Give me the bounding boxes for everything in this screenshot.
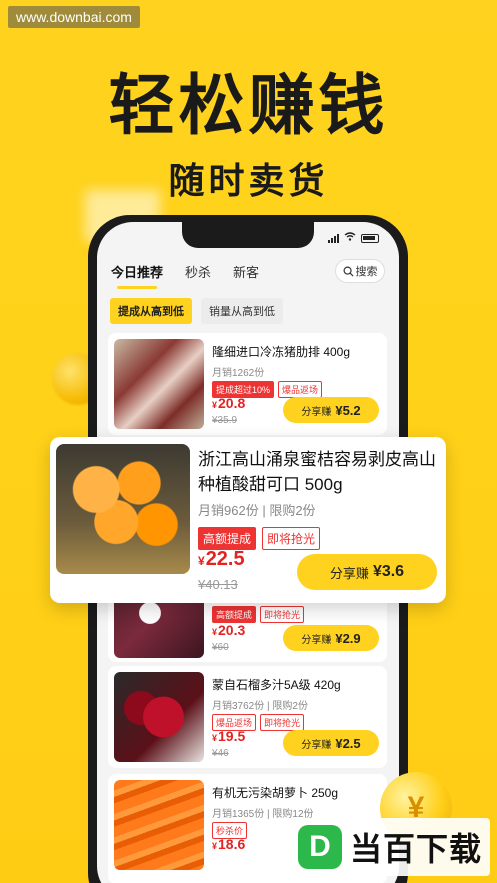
category-tabs: 今日推荐 秒杀 新客	[111, 262, 259, 289]
original-price: ¥46	[212, 748, 229, 759]
share-amount: ¥2.5	[335, 735, 361, 751]
tag-badge: 高额提成	[198, 527, 257, 550]
product-image	[114, 780, 204, 870]
sort-by-sales-chip[interactable]: 销量从高到低	[201, 298, 283, 324]
price-value: 18.6	[218, 836, 246, 852]
share-earn-button[interactable]: 分享赚 ¥5.2	[283, 397, 379, 423]
sales-count: 月销3762份	[212, 701, 265, 712]
purchase-limit: 限购2份	[269, 503, 316, 518]
price-value: 22.5	[205, 548, 245, 570]
product-card[interactable]: 蒙自石榴多汁5A级 420g 月销3762份 | 限购2份 爆品返场 即将抢光 …	[108, 666, 387, 768]
tab-flash-sale[interactable]: 秒杀	[185, 262, 211, 281]
product-sales: 月销962份 | 限购2份	[198, 503, 316, 518]
featured-product-card[interactable]: 浙江高山涌泉蜜桔容易剥皮高山种植酸甜可口 500g 月销962份 | 限购2份 …	[50, 437, 446, 603]
sort-by-commission-chip[interactable]: 提成从高到低	[110, 298, 192, 324]
product-title: 蒙自石榴多汁5A级 420g	[212, 678, 341, 692]
sales-count: 月销962份	[198, 503, 259, 518]
product-image	[114, 672, 204, 762]
tag-badge: 即将抢光	[262, 527, 321, 550]
battery-icon	[361, 233, 379, 243]
tag-badge: 即将抢光	[260, 606, 305, 623]
product-image	[56, 444, 190, 574]
product-sales: 月销1262份	[212, 368, 265, 379]
search-icon	[343, 266, 354, 277]
sort-options: 提成从高到低 销量从高到低	[110, 298, 283, 324]
share-label: 分享赚	[301, 406, 332, 418]
original-price: ¥60	[212, 642, 229, 653]
currency-symbol: ¥	[212, 400, 218, 410]
tag-badge: 即将抢光	[260, 714, 305, 731]
currency-symbol: ¥	[198, 554, 205, 568]
product-price: ¥20.3	[212, 622, 245, 638]
product-price: ¥19.5	[212, 728, 245, 744]
share-earn-button[interactable]: 分享赚 ¥3.6	[297, 554, 437, 590]
share-amount: ¥5.2	[335, 402, 361, 418]
hero-subtitle: 随时卖货	[168, 161, 329, 202]
product-title: 隆细进口冷冻猪肋排 400g	[212, 345, 351, 359]
search-button[interactable]: 搜索	[335, 259, 385, 283]
tag-badge: 爆品返场	[278, 381, 323, 398]
wifi-icon	[344, 232, 356, 244]
share-earn-button[interactable]: 分享赚 ¥2.9	[283, 625, 379, 651]
price-value: 20.3	[218, 622, 246, 638]
currency-symbol: ¥	[212, 733, 218, 743]
currency-symbol: ¥	[212, 841, 218, 851]
product-tags: 高额提成 即将抢光	[212, 606, 305, 623]
status-bar	[328, 232, 379, 244]
product-tags: 高额提成 即将抢光	[198, 527, 321, 550]
currency-symbol: ¥	[212, 627, 218, 637]
product-image	[114, 339, 204, 429]
signal-icon	[328, 233, 339, 243]
watermark-logo: D 当百下载	[290, 818, 490, 876]
tab-today-recommend[interactable]: 今日推荐	[111, 262, 163, 289]
watermark-text: 当百下载	[350, 830, 483, 868]
share-label: 分享赚	[329, 565, 369, 581]
product-sales: 月销3762份 | 限购2份	[212, 701, 308, 712]
product-price: ¥22.5	[198, 548, 245, 571]
share-label: 分享赚	[301, 634, 332, 646]
product-card[interactable]: 隆细进口冷冻猪肋排 400g 月销1262份 提成超过10% 爆品返场 ¥20.…	[108, 333, 387, 435]
tab-new-customer[interactable]: 新客	[233, 262, 259, 281]
price-value: 20.8	[218, 395, 246, 411]
watermark-site-url: www.downbai.com	[8, 6, 140, 28]
original-price: ¥35.9	[212, 415, 238, 426]
purchase-limit: 限购2份	[272, 701, 308, 712]
product-price: ¥18.6	[212, 836, 245, 852]
price-value: 19.5	[218, 728, 246, 744]
tag-badge: 高额提成	[212, 606, 257, 623]
product-title: 有机无污染胡萝卜 250g	[212, 786, 339, 800]
original-price: ¥40.13	[198, 577, 238, 592]
product-price: ¥20.8	[212, 395, 245, 411]
hero-title: 轻松赚钱	[108, 67, 389, 144]
share-label: 分享赚	[301, 739, 332, 751]
search-label: 搜索	[355, 266, 378, 278]
share-amount: ¥2.9	[335, 630, 361, 646]
share-amount: ¥3.6	[372, 563, 405, 580]
watermark-logo-icon: D	[298, 825, 342, 869]
product-title: 浙江高山涌泉蜜桔容易剥皮高山种植酸甜可口 500g	[198, 450, 436, 494]
share-earn-button[interactable]: 分享赚 ¥2.5	[283, 730, 379, 756]
sales-count: 月销1365份	[212, 809, 265, 820]
phone-notch	[182, 222, 314, 248]
